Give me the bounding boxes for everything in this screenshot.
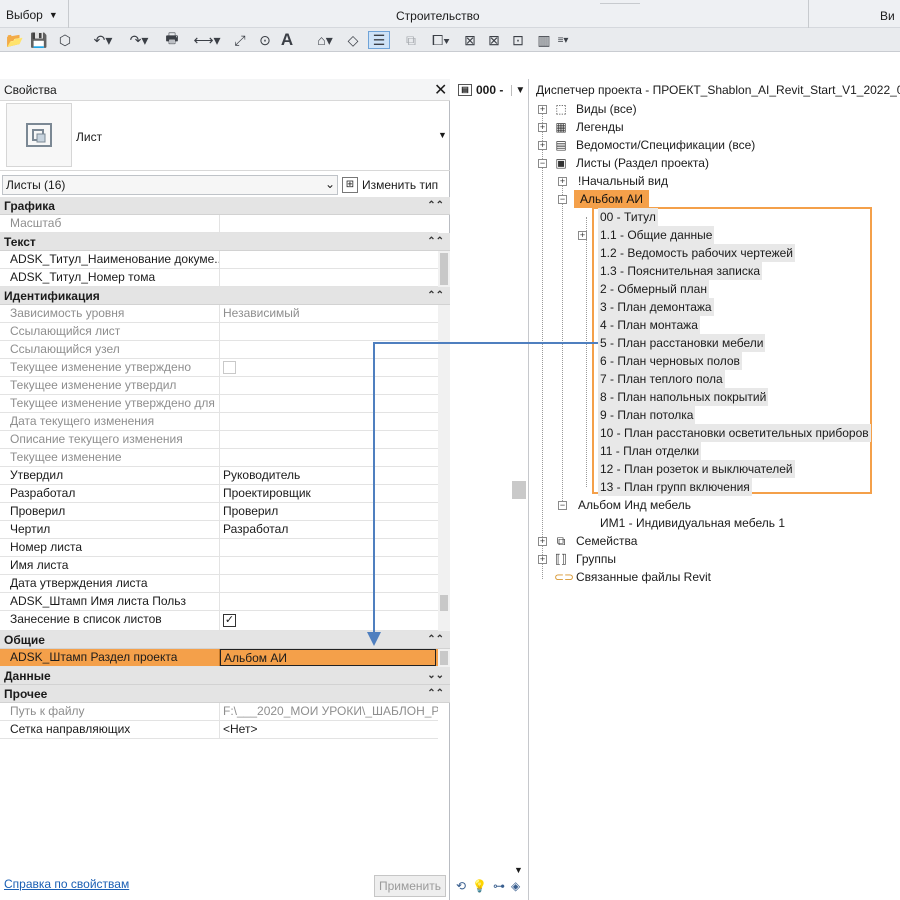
annotation-arrow	[367, 342, 598, 646]
